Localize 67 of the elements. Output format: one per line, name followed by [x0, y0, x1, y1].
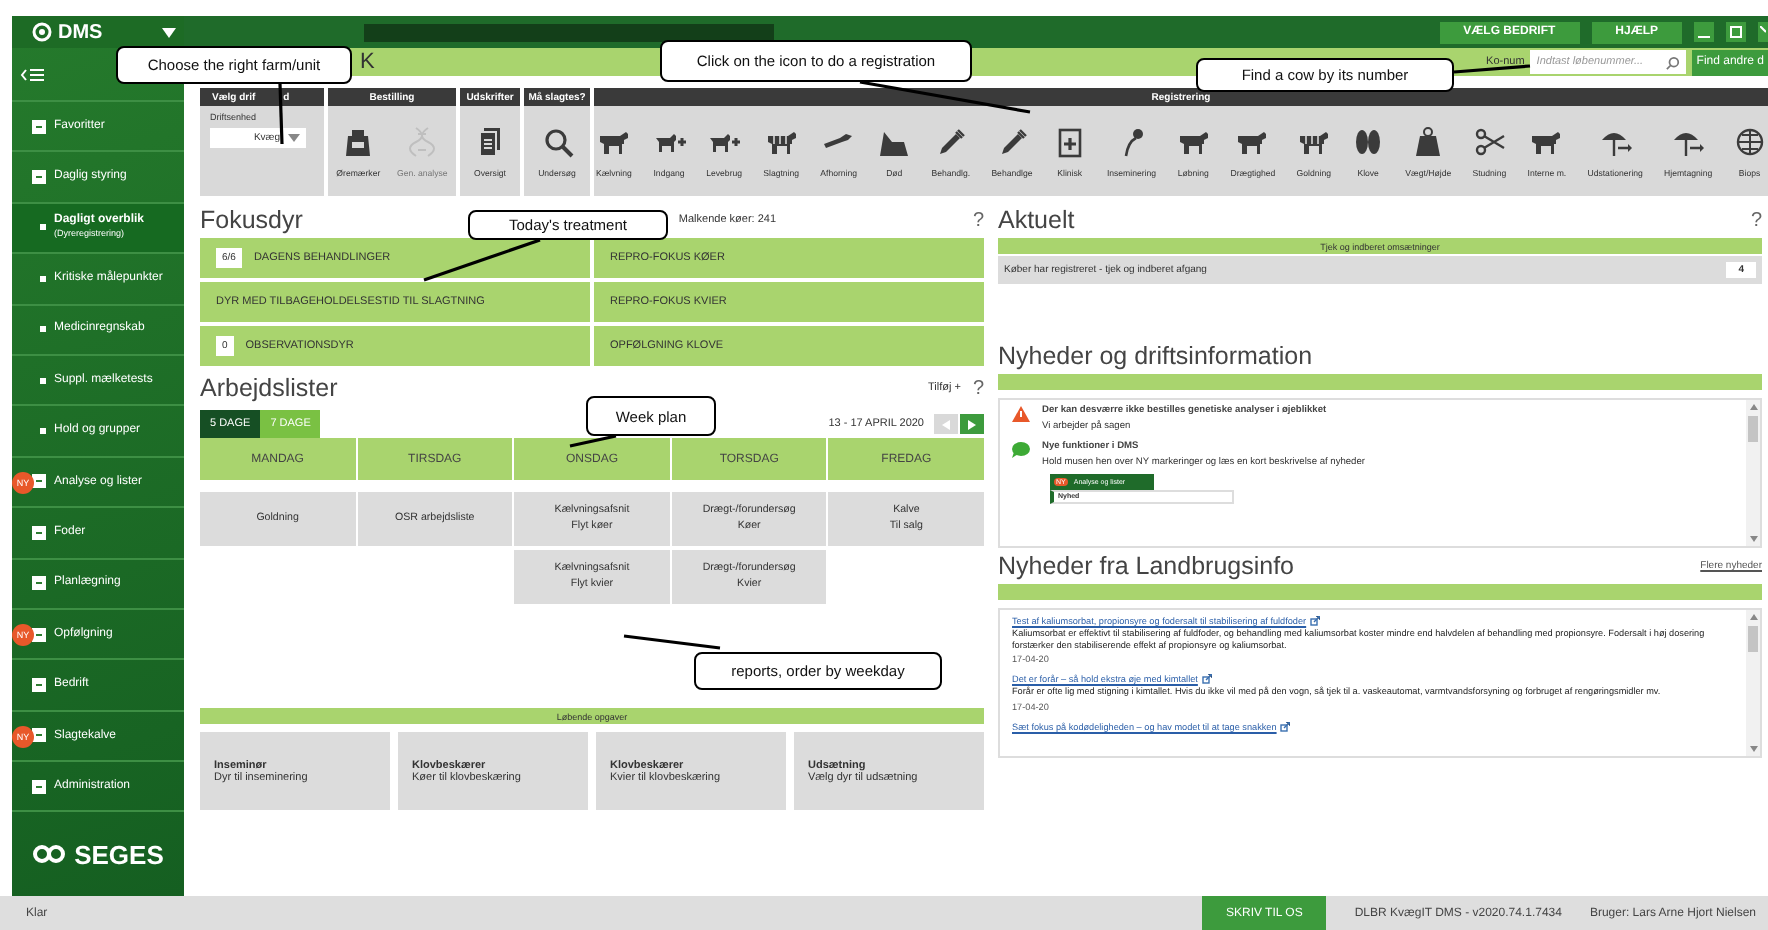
dropdown-caret-icon [288, 134, 300, 142]
page-title: K [360, 50, 375, 74]
scrollbar[interactable] [1746, 610, 1760, 756]
globe-icon [1733, 125, 1766, 157]
square-icon [32, 677, 46, 692]
search-icon [1666, 55, 1681, 69]
hoof-icon [1352, 125, 1385, 157]
left-arrow-icon [942, 419, 950, 429]
external-link-icon [1201, 674, 1212, 685]
close-icon [1760, 26, 1766, 38]
square-icon [32, 728, 46, 743]
leader-line [569, 434, 617, 448]
maximize-icon [1730, 26, 1742, 38]
down-arrow-icon [1749, 746, 1757, 752]
collapse-menu-icon [20, 67, 44, 81]
bullet-icon [40, 275, 46, 282]
dna-icon [406, 125, 439, 157]
scrollbar[interactable] [1746, 400, 1760, 546]
section-title: Aktuelt [998, 206, 1075, 234]
rings-icon [32, 844, 69, 865]
square-icon [32, 119, 46, 134]
app-logo: DMS [58, 21, 105, 43]
leader-line [278, 83, 284, 145]
minimize-button[interactable] [1694, 22, 1714, 42]
clipboard-plus-icon [1053, 125, 1086, 157]
logo-icon [32, 22, 52, 42]
brand-logo: SEGES [74, 839, 164, 870]
square-icon [32, 627, 46, 642]
help-link[interactable]: ? [972, 209, 984, 231]
up-arrow-icon [1749, 614, 1757, 620]
previous-button[interactable] [934, 414, 958, 434]
weight-icon [1412, 125, 1445, 157]
section-title: Nyheder fra Landbrugsinfo [998, 552, 1295, 580]
caret-icon [162, 27, 176, 37]
up-arrow-icon [1749, 404, 1757, 410]
leader-line [423, 238, 541, 282]
section-title: Nyheder og driftsinformation [998, 342, 1313, 370]
bullet-icon [40, 326, 46, 333]
scroll-thumb[interactable] [1748, 416, 1758, 442]
square-icon [32, 779, 46, 794]
right-arrow-icon [968, 419, 976, 429]
down-arrow-icon [1749, 536, 1757, 542]
square-icon [32, 170, 46, 185]
ear-tag-icon [342, 125, 375, 157]
maximize-button[interactable] [1726, 22, 1746, 42]
speech-bubble-icon [1012, 442, 1030, 458]
help-link[interactable]: ? [972, 377, 984, 399]
external-link-icon [1310, 616, 1321, 626]
bullet-icon [40, 428, 46, 435]
bullet-icon [40, 377, 46, 384]
section-title: Arbejdslister [200, 374, 338, 402]
section-title: Fokusdyr [200, 206, 303, 234]
magnifier-icon [541, 125, 573, 157]
scissors-icon [1473, 125, 1506, 157]
square-icon [32, 576, 46, 591]
bullet-icon [40, 224, 46, 231]
leader-line [1453, 64, 1531, 74]
leader-line [623, 634, 721, 650]
next-button[interactable] [960, 414, 984, 434]
square-icon [32, 525, 46, 540]
external-link-icon [1280, 722, 1291, 733]
square-icon [32, 474, 46, 489]
help-link[interactable]: ? [1750, 209, 1762, 231]
syringe-icon [934, 125, 967, 157]
scroll-thumb[interactable] [1748, 626, 1758, 652]
close-button[interactable] [1758, 22, 1768, 42]
warning-icon [1012, 406, 1030, 422]
